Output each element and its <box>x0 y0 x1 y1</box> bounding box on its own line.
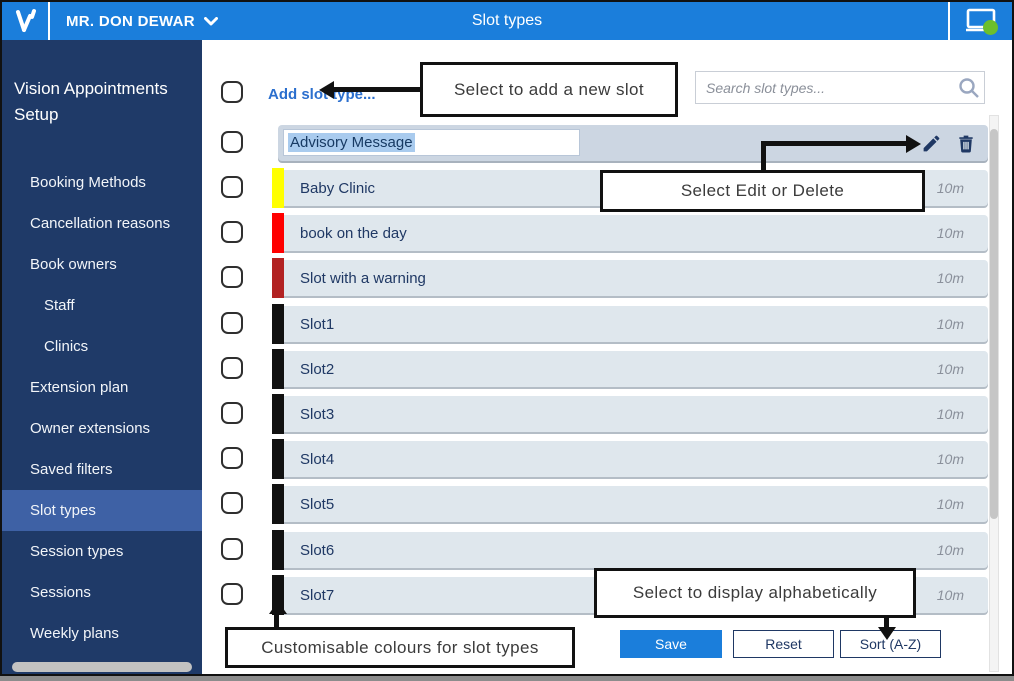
slot-row[interactable]: book on the day 10m <box>272 213 988 253</box>
slot-duration: 10m <box>936 406 964 422</box>
search-icon[interactable] <box>954 76 984 100</box>
row-checkbox[interactable] <box>221 583 243 605</box>
row-actions <box>921 125 976 161</box>
selected-text: Advisory Message <box>288 133 415 152</box>
annotation-arrow-shaft <box>333 87 420 92</box>
slot-duration: 10m <box>936 496 964 512</box>
row-checkbox[interactable] <box>221 402 243 424</box>
annotation-sort: Select to display alphabetically <box>594 568 916 618</box>
slot-name: Slot1 <box>300 315 335 333</box>
row-checkbox[interactable] <box>221 221 243 243</box>
sidebar-heading: Vision Appointments Setup <box>14 79 168 125</box>
slot-name: Slot with a warning <box>300 269 426 287</box>
slot-name: book on the day <box>300 224 407 242</box>
annotation-arrowhead-left <box>319 80 334 99</box>
row-checkbox[interactable] <box>221 266 243 288</box>
slot-name: Baby Clinic <box>300 179 376 197</box>
slot-row[interactable]: Slot4 10m <box>272 439 988 479</box>
slot-name: Slot3 <box>300 405 335 423</box>
slot-row[interactable]: Slot with a warning 10m <box>272 258 988 298</box>
annotation-arrow-shaft <box>761 141 908 146</box>
user-name: MR. DON DEWAR <box>66 12 195 30</box>
slot-name-input[interactable]: Advisory Message <box>283 129 580 156</box>
annotation-arrowhead-down <box>877 627 896 640</box>
sidebar-item-saved-filters[interactable]: Saved filters <box>2 449 202 490</box>
vision-logo-icon[interactable] <box>2 2 48 40</box>
sidebar-horizontal-scrollbar[interactable] <box>12 662 192 672</box>
sidebar-item-cancellation-reasons[interactable]: Cancellation reasons <box>2 203 202 244</box>
trash-icon[interactable] <box>956 133 976 154</box>
slot-colour-bar[interactable] <box>272 258 284 298</box>
slot-row[interactable]: Slot6 10m <box>272 530 988 570</box>
slot-duration: 10m <box>936 361 964 377</box>
slot-name: Slot5 <box>300 495 335 513</box>
vertical-scrollbar[interactable] <box>989 115 999 672</box>
sidebar-item-booking-methods[interactable]: Booking Methods <box>2 162 202 203</box>
sidebar-item-clinics[interactable]: Clinics <box>2 326 202 367</box>
sidebar-item-owner-extensions[interactable]: Owner extensions <box>2 408 202 449</box>
select-all-checkbox[interactable] <box>221 81 243 103</box>
row-checkbox[interactable] <box>221 492 243 514</box>
topbar-right <box>948 2 1012 40</box>
slot-name: Slot4 <box>300 450 335 468</box>
slot-duration: 10m <box>936 225 964 241</box>
slot-duration: 10m <box>936 587 964 603</box>
row-checkbox[interactable] <box>221 131 243 153</box>
slot-duration: 10m <box>936 316 964 332</box>
slot-name: Slot2 <box>300 360 335 378</box>
row-checkbox[interactable] <box>221 538 243 560</box>
search-box <box>695 71 985 104</box>
annotation-arrowhead-right <box>906 134 921 153</box>
slot-name: Slot7 <box>300 586 335 604</box>
topbar-divider <box>48 2 50 40</box>
slot-colour-bar[interactable] <box>272 349 284 389</box>
green-status-dot <box>983 20 998 35</box>
sidebar-item-session-types[interactable]: Session types <box>2 531 202 572</box>
slot-name: Slot6 <box>300 541 335 559</box>
slot-colour-bar[interactable] <box>272 168 284 208</box>
user-menu[interactable]: MR. DON DEWAR <box>66 13 218 30</box>
annotation-colours: Customisable colours for slot types <box>225 627 575 668</box>
annotation-arrow-shaft <box>884 618 889 627</box>
annotation-add-slot: Select to add a new slot <box>420 62 678 117</box>
sidebar-item-staff[interactable]: Staff <box>2 285 202 326</box>
slot-colour-bar[interactable] <box>272 213 284 253</box>
sidebar-item-sessions[interactable]: Sessions <box>2 572 202 613</box>
slot-colour-bar[interactable] <box>272 530 284 570</box>
slot-colour-bar[interactable] <box>272 394 284 434</box>
row-checkbox[interactable] <box>221 176 243 198</box>
slot-row[interactable]: Slot1 10m <box>272 304 988 344</box>
chevron-down-icon <box>203 16 218 25</box>
row-checkbox[interactable] <box>221 447 243 469</box>
slot-row[interactable]: Slot5 10m <box>272 484 988 524</box>
slot-colour-bar[interactable] <box>272 439 284 479</box>
slot-colour-bar[interactable] <box>272 304 284 344</box>
sidebar-item-slot-types[interactable]: Slot types <box>2 490 202 531</box>
monitor-icon[interactable] <box>950 2 1012 40</box>
sidebar: Vision Appointments Setup Booking Method… <box>2 40 202 676</box>
slot-duration: 10m <box>936 451 964 467</box>
window-bottom-edge <box>0 676 1014 681</box>
app-window: MR. DON DEWAR Slot types Vision Appointm… <box>0 0 1014 681</box>
sidebar-nav: Booking Methods Cancellation reasons Book … <box>2 162 202 654</box>
pencil-icon[interactable] <box>921 133 942 154</box>
slot-colour-bar[interactable] <box>272 484 284 524</box>
slot-row[interactable]: Slot3 10m <box>272 394 988 434</box>
slot-duration: 10m <box>936 542 964 558</box>
annotation-edit-delete: Select Edit or Delete <box>600 170 925 212</box>
save-button[interactable]: Save <box>620 630 722 658</box>
topbar: MR. DON DEWAR Slot types <box>2 2 1012 40</box>
row-checkbox[interactable] <box>221 357 243 379</box>
slot-duration: 10m <box>936 180 964 196</box>
vertical-scrollbar-thumb[interactable] <box>990 129 998 519</box>
row-checkbox[interactable] <box>221 312 243 334</box>
sidebar-item-book-owners[interactable]: Book owners <box>2 244 202 285</box>
reset-button[interactable]: Reset <box>733 630 834 658</box>
search-input[interactable] <box>696 72 954 103</box>
annotation-arrow-shaft <box>273 613 279 627</box>
sidebar-item-extension-plan[interactable]: Extension plan <box>2 367 202 408</box>
slot-row[interactable]: Slot2 10m <box>272 349 988 389</box>
sidebar-item-weekly-plans[interactable]: Weekly plans <box>2 613 202 654</box>
slot-duration: 10m <box>936 270 964 286</box>
